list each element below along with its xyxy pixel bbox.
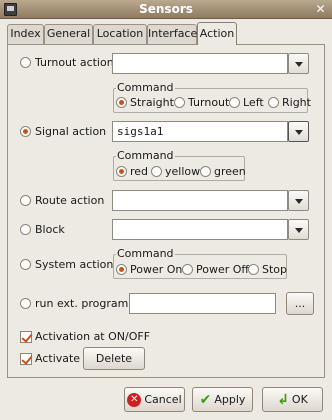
- signal-action-radio[interactable]: [20, 126, 31, 137]
- signal-combo-entry[interactable]: sigs1a1: [112, 121, 288, 142]
- signal-action-label: Signal action: [35, 125, 107, 138]
- route-action-label: Route action: [35, 194, 105, 207]
- tab-location[interactable]: Location: [93, 24, 147, 44]
- signal-red-label: red: [130, 165, 149, 178]
- activation-onoff-checkbox[interactable]: [20, 331, 32, 343]
- route-action-radio[interactable]: [20, 195, 31, 206]
- turnout-left-label: Left: [243, 96, 264, 109]
- tab-general[interactable]: General: [44, 24, 93, 44]
- system-stop-radio[interactable]: [248, 264, 259, 275]
- browse-button[interactable]: ...: [286, 292, 314, 315]
- signal-command-legend: Command: [116, 149, 175, 162]
- tab-interface[interactable]: Interface: [147, 24, 197, 44]
- system-power-on-label: Power On: [130, 263, 183, 276]
- system-power-on-radio[interactable]: [116, 264, 127, 275]
- signal-red-radio[interactable]: [116, 166, 127, 177]
- block-combo-entry[interactable]: [112, 219, 288, 240]
- apply-label: Apply: [214, 393, 246, 406]
- run-program-radio[interactable]: [20, 298, 31, 309]
- apply-button[interactable]: ✔ Apply: [192, 387, 253, 412]
- cancel-button[interactable]: ✕ Cancel: [124, 387, 185, 412]
- chevron-down-icon: [295, 62, 303, 67]
- block-radio[interactable]: [20, 224, 31, 235]
- turnout-turnout-radio[interactable]: [174, 97, 185, 108]
- activate-checkbox[interactable]: [20, 353, 32, 365]
- turnout-turnout-label: Turnout: [188, 96, 230, 109]
- tab-index[interactable]: Index: [7, 24, 44, 44]
- signal-green-radio[interactable]: [200, 166, 211, 177]
- turnout-action-radio[interactable]: [20, 57, 31, 68]
- signal-yellow-radio[interactable]: [151, 166, 162, 177]
- activate-label: Activate: [35, 352, 81, 365]
- turnout-command-legend: Command: [116, 81, 175, 94]
- tab-action[interactable]: Action: [197, 22, 237, 45]
- window-title: Sensors: [139, 2, 193, 16]
- chevron-down-icon: [295, 228, 303, 233]
- system-action-radio[interactable]: [20, 259, 31, 270]
- turnout-combo-entry[interactable]: [112, 53, 288, 74]
- return-arrow-icon: ↲: [277, 391, 289, 408]
- activation-onoff-label: Activation at ON/OFF: [35, 330, 151, 343]
- title-bar: Sensors ✕: [0, 0, 332, 19]
- cancel-label: Cancel: [144, 393, 182, 406]
- system-command-legend: Command: [116, 247, 175, 260]
- chevron-down-icon: [295, 130, 303, 135]
- check-icon: ✔: [199, 391, 212, 408]
- signal-value: sigs1a1: [117, 125, 164, 138]
- ok-button[interactable]: ↲ OK: [262, 387, 323, 412]
- program-path-input[interactable]: [129, 293, 276, 314]
- turnout-action-label: Turnout action: [35, 56, 114, 69]
- route-combo-entry[interactable]: [112, 190, 288, 211]
- turnout-right-radio[interactable]: [268, 97, 279, 108]
- turnout-straight-label: Straight: [130, 96, 174, 109]
- turnout-left-radio[interactable]: [229, 97, 240, 108]
- system-power-off-radio[interactable]: [182, 264, 193, 275]
- route-dropdown-button[interactable]: [288, 190, 309, 211]
- block-dropdown-button[interactable]: [288, 219, 309, 240]
- chevron-down-icon: [295, 199, 303, 204]
- close-button[interactable]: ✕: [313, 2, 328, 16]
- system-stop-label: Stop: [262, 263, 288, 276]
- ok-label: OK: [291, 393, 308, 406]
- cancel-icon: ✕: [127, 393, 142, 407]
- turnout-right-label: Right: [282, 96, 311, 109]
- turnout-dropdown-button[interactable]: [288, 53, 309, 74]
- block-label: Block: [35, 223, 65, 236]
- turnout-straight-radio[interactable]: [116, 97, 127, 108]
- run-program-label: run ext. program.: [35, 297, 132, 310]
- system-action-label: System action: [35, 258, 114, 271]
- system-power-off-label: Power Off: [196, 263, 249, 276]
- signal-yellow-label: yellow: [165, 165, 201, 178]
- signal-green-label: green: [214, 165, 246, 178]
- delete-button[interactable]: Delete: [83, 347, 145, 370]
- signal-dropdown-button[interactable]: [288, 121, 309, 142]
